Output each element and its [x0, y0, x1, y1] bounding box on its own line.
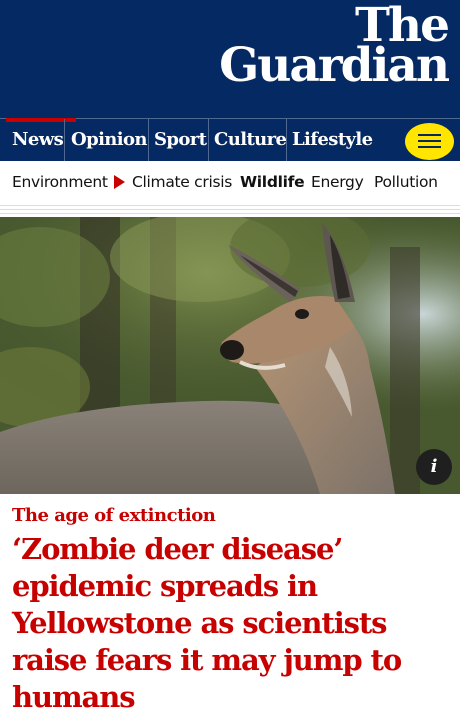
pillar-divider: [64, 119, 65, 161]
pillar-divider: [148, 119, 149, 161]
subnav-climate-crisis[interactable]: Climate crisis: [132, 161, 232, 203]
masthead: The Guardian: [0, 0, 460, 118]
pillar-culture[interactable]: Culture: [214, 119, 287, 161]
article-headline: ‘Zombie deer disease’ epidemic spreads i…: [12, 532, 402, 714]
section-subnav: Environment Climate crisis Wildlife Ener…: [0, 161, 460, 203]
subnav-environment[interactable]: Environment: [12, 161, 108, 203]
hamburger-menu-icon: [418, 134, 441, 136]
guardian-logo[interactable]: The Guardian: [219, 2, 450, 94]
subnav-pollution[interactable]: Pollution: [374, 161, 438, 203]
section-rules: [0, 203, 460, 217]
rule-line: [0, 209, 460, 210]
image-info-button[interactable]: i: [416, 449, 452, 485]
pillar-divider: [208, 119, 209, 161]
pillar-nav: News Opinion Sport Culture Lifestyle: [0, 118, 460, 161]
pillar-divider: [286, 119, 287, 161]
pillar-opinion[interactable]: Opinion: [71, 119, 148, 161]
red-triangle-icon: [114, 175, 125, 189]
deer-photo: [0, 217, 460, 494]
rule-line: [0, 213, 460, 214]
pillar-sport[interactable]: Sport: [154, 119, 207, 161]
subnav-energy[interactable]: Energy: [311, 161, 364, 203]
hamburger-menu-icon-bar: [418, 146, 441, 148]
hamburger-menu-icon-bar: [418, 140, 441, 142]
logo-line-2: Guardian: [219, 38, 450, 94]
pillar-lifestyle[interactable]: Lifestyle: [292, 119, 373, 161]
hero-image: [0, 217, 460, 494]
subnav-wildlife[interactable]: Wildlife: [240, 161, 305, 203]
series-kicker[interactable]: The age of extinction: [12, 505, 216, 526]
pillar-news[interactable]: News: [5, 118, 77, 161]
menu-button[interactable]: [405, 123, 454, 160]
rule-line: [0, 205, 460, 206]
